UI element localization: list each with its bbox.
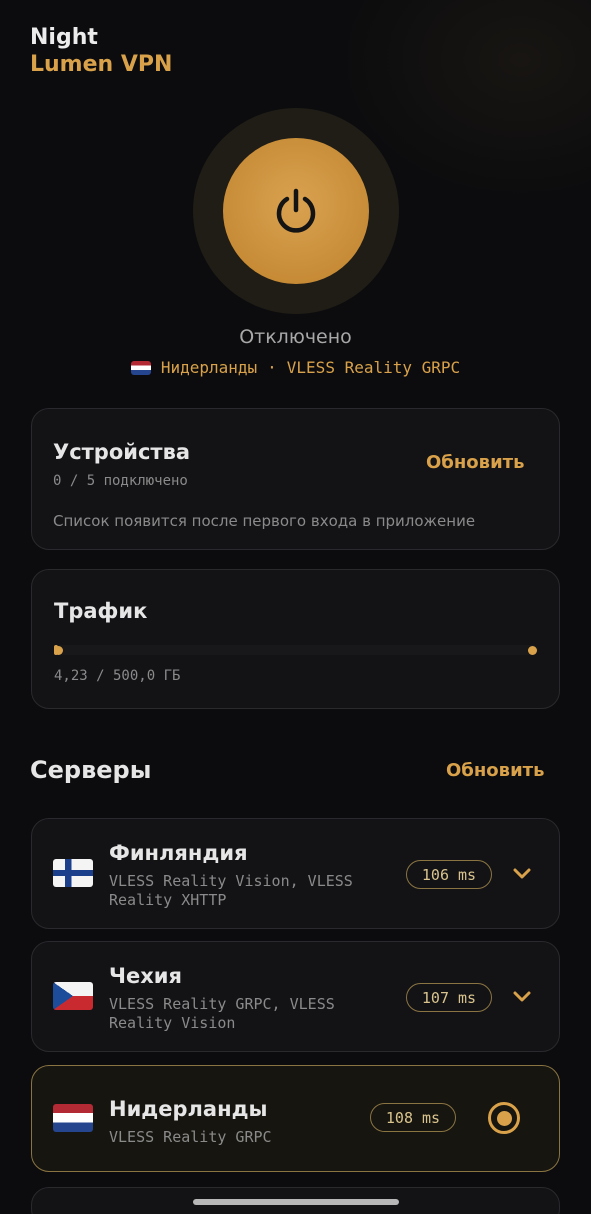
server-card-czech[interactable]: Чехия VLESS Reality GRPC, VLESS Reality …	[31, 941, 560, 1052]
ping-badge: 108 ms	[370, 1103, 456, 1132]
devices-title: Устройства	[53, 440, 191, 464]
connection-status: Отключено	[239, 326, 352, 348]
devices-card: Устройства 0 / 5 подключено Обновить Спи…	[31, 408, 560, 550]
netherlands-flag-icon	[53, 1104, 93, 1132]
brand-name-line1: Night	[30, 25, 98, 50]
traffic-title: Трафик	[54, 599, 148, 623]
server-protocols: VLESS Reality Vision, VLESS Reality XHTT…	[109, 872, 353, 909]
home-indicator[interactable]	[193, 1199, 399, 1205]
selected-radio-icon[interactable]	[488, 1102, 520, 1134]
servers-title: Серверы	[30, 756, 152, 784]
current-location: Нидерланды	[160, 358, 258, 377]
traffic-card: Трафик 4,23 / 500,0 ГБ	[31, 569, 560, 709]
devices-hint: Список появится после первого входа в пр…	[53, 512, 476, 530]
app-header: Night Lumen VPN	[30, 24, 172, 78]
chevron-down-icon[interactable]	[511, 986, 533, 1008]
brand-name-line2: Lumen VPN	[30, 52, 173, 77]
current-server-line: Нидерланды · VLESS Reality GRPC	[0, 358, 591, 377]
devices-refresh-button[interactable]: Обновить	[426, 452, 525, 473]
server-protocols: VLESS Reality GRPC	[109, 1128, 272, 1146]
current-protocol: VLESS Reality GRPC	[286, 358, 461, 377]
server-name: Чехия	[109, 964, 182, 988]
czech-flag-icon	[53, 982, 93, 1010]
devices-count: 0 / 5 подключено	[53, 473, 188, 489]
radio-dot	[496, 1110, 512, 1126]
chevron-down-icon[interactable]	[511, 863, 533, 885]
progress-end-dot	[528, 645, 537, 655]
traffic-progress-bar	[54, 645, 538, 655]
server-card-netherlands[interactable]: Нидерланды VLESS Reality GRPC 108 ms	[31, 1065, 560, 1172]
traffic-usage: 4,23 / 500,0 ГБ	[54, 668, 181, 684]
ping-badge: 107 ms	[406, 983, 492, 1012]
finland-flag-icon	[53, 859, 93, 887]
separator: ·	[267, 358, 277, 377]
server-card-finland[interactable]: Финляндия VLESS Reality Vision, VLESS Re…	[31, 818, 560, 929]
ping-badge: 106 ms	[406, 860, 492, 889]
progress-start-dot	[54, 645, 63, 655]
servers-refresh-button[interactable]: Обновить	[446, 760, 545, 781]
server-name: Нидерланды	[109, 1097, 268, 1121]
netherlands-flag-icon	[130, 360, 151, 375]
server-protocols: VLESS Reality GRPC, VLESS Reality Vision	[109, 995, 335, 1032]
server-name: Финляндия	[109, 841, 248, 865]
power-icon	[276, 188, 316, 233]
power-button[interactable]	[223, 138, 369, 284]
